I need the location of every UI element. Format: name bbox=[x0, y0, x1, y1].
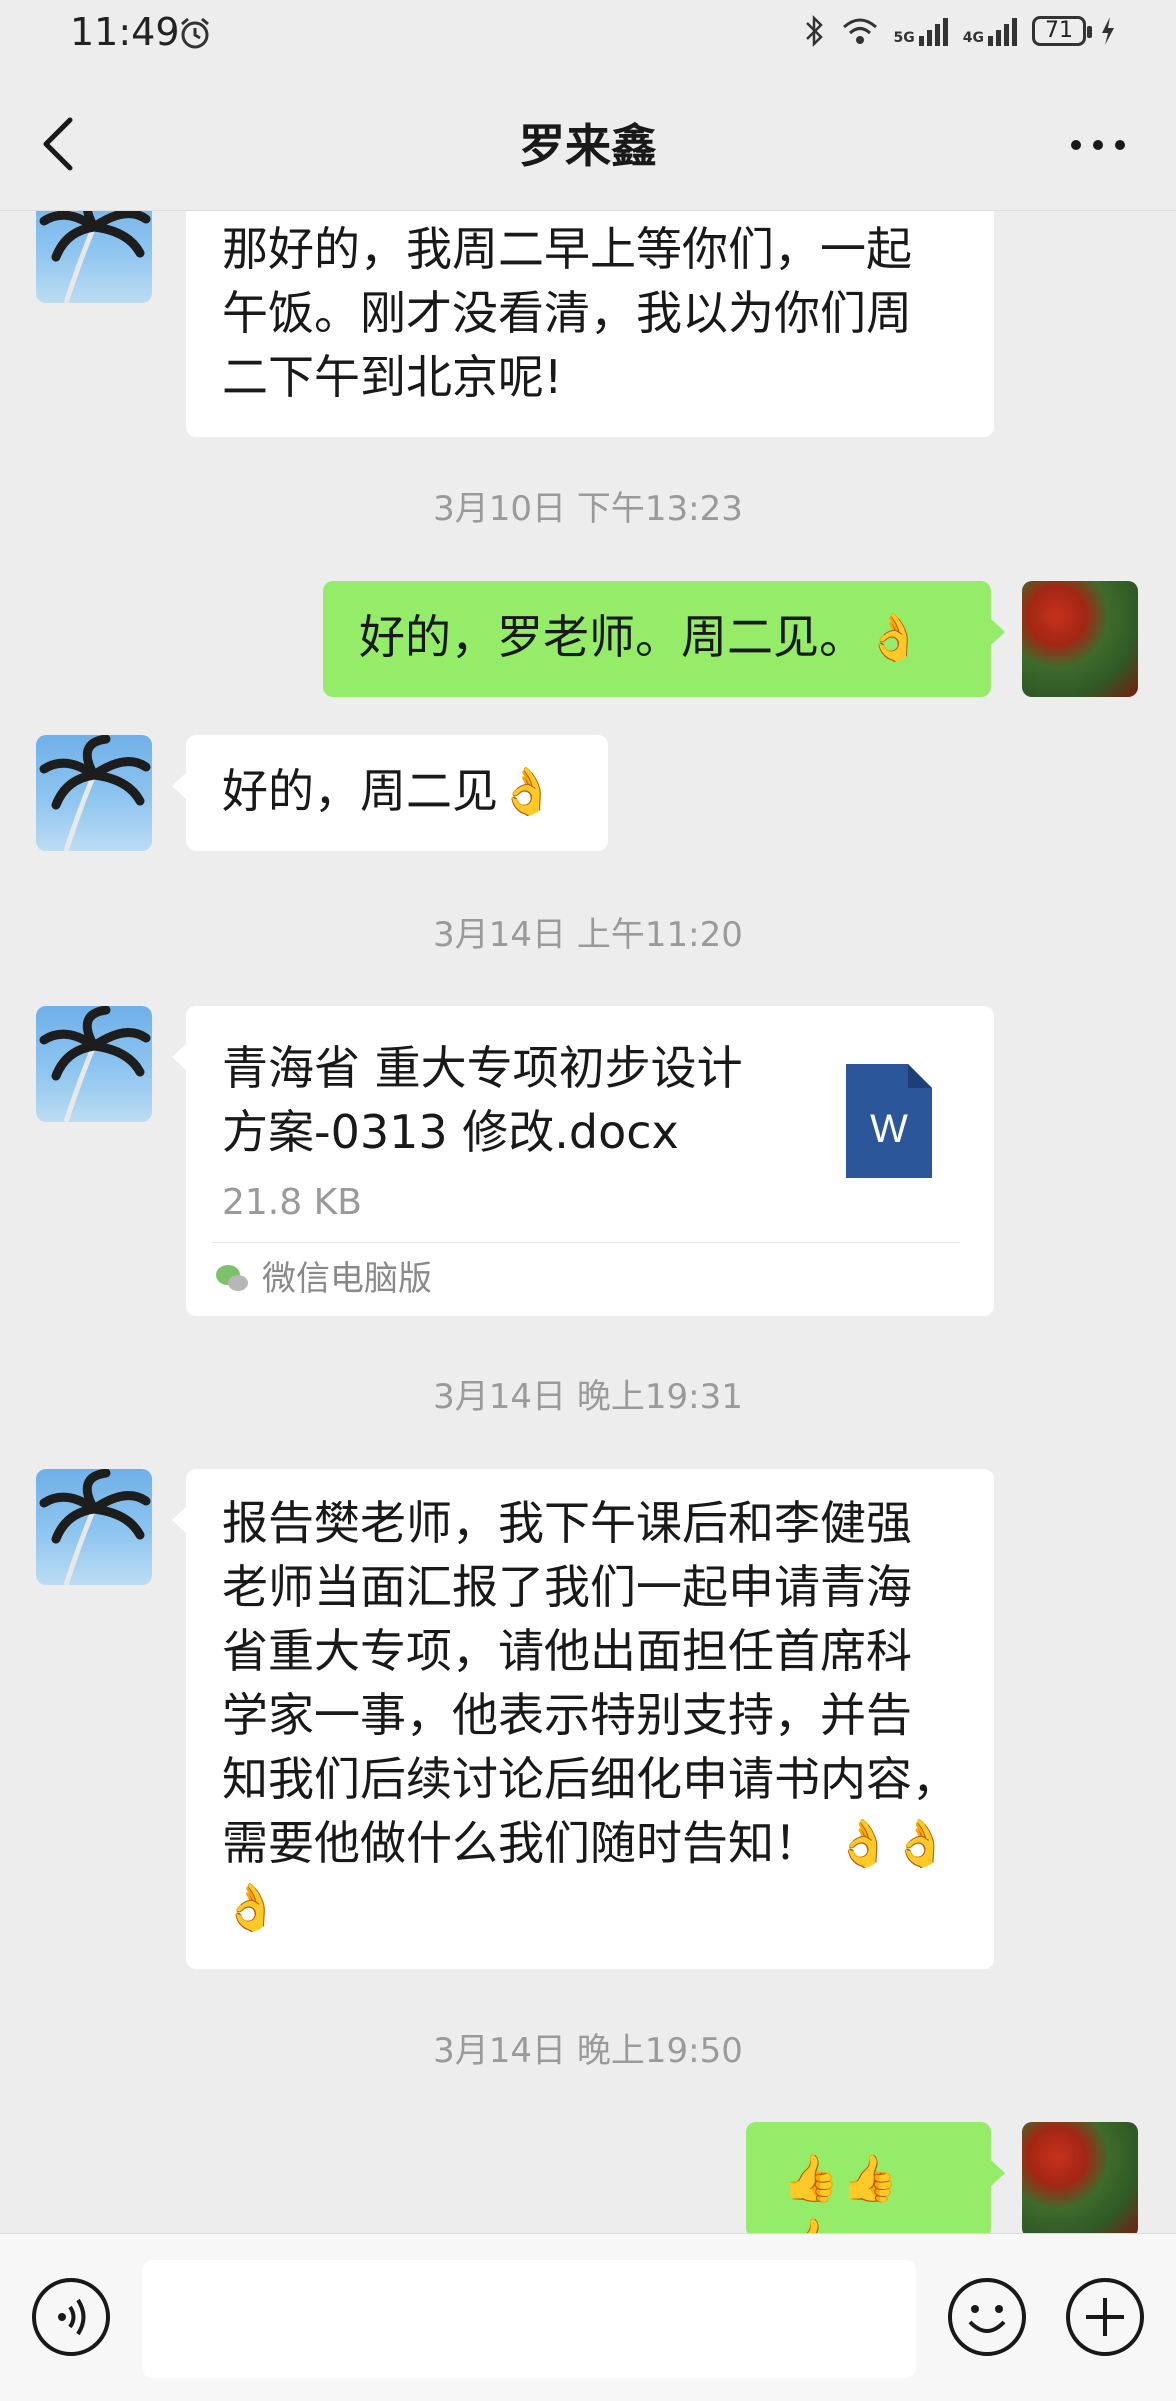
emoji-icon[interactable] bbox=[946, 2276, 1028, 2358]
message-text: 好的，罗老师。周二见。 bbox=[359, 610, 865, 664]
message-input[interactable] bbox=[142, 2260, 916, 2378]
file-name-line: 方案-0313 修改.docx bbox=[222, 1105, 679, 1159]
file-name: 青海省 重大专项初步设计 方案-0313 修改.docx bbox=[222, 1036, 782, 1164]
chat-title: 罗来鑫 bbox=[519, 119, 657, 173]
status-time: 11:49 bbox=[70, 10, 180, 54]
contact-avatar[interactable] bbox=[36, 1469, 152, 1585]
contact-avatar[interactable] bbox=[36, 735, 152, 851]
message-bubble[interactable]: 那好的，我周二早上等你们，一起 午饭。刚才没看清，我以为你们周 二下午到北京呢! bbox=[186, 211, 994, 437]
message-text: 知我们后续讨论后细化申请书内容， bbox=[222, 1752, 958, 1806]
file-size: 21.8 KB bbox=[222, 1182, 362, 1223]
battery-icon: 71 bbox=[1032, 16, 1092, 46]
status-bar: 11:49 5G 4G 71 bbox=[0, 0, 1176, 72]
timestamp: 3月14日 上午11:20 bbox=[433, 915, 743, 955]
my-avatar[interactable] bbox=[1022, 581, 1138, 697]
signal-icon bbox=[988, 18, 1017, 46]
input-bar bbox=[0, 2233, 1176, 2401]
message-bubble[interactable]: 好的，周二见👌 bbox=[172, 735, 608, 851]
add-more-icon[interactable] bbox=[1064, 2276, 1146, 2358]
my-avatar[interactable] bbox=[1022, 2122, 1138, 2233]
ok-hand-emoji: 👌 bbox=[498, 764, 556, 818]
message-text: 报告樊老师，我下午课后和李健强 bbox=[222, 1496, 912, 1550]
alarm-icon bbox=[181, 17, 209, 49]
thumbs-up-emoji: 👍👍👍 bbox=[782, 2151, 901, 2233]
message-text: 二下午到北京呢! bbox=[222, 350, 563, 404]
word-document-icon: W bbox=[846, 1064, 932, 1178]
message-bubble[interactable]: 好的，罗老师。周二见。👌 bbox=[323, 581, 1005, 697]
word-icon-letter: W bbox=[870, 1107, 908, 1151]
message-text: 好的，周二见 bbox=[222, 764, 498, 818]
battery-level: 71 bbox=[1045, 18, 1073, 43]
timestamp: 3月14日 晚上19:50 bbox=[433, 2031, 743, 2071]
palm-tree-image bbox=[39, 211, 151, 303]
contact-avatar[interactable] bbox=[36, 211, 152, 303]
file-source-label: 微信电脑版 bbox=[262, 1259, 432, 1299]
ok-hand-emoji: 👌 bbox=[865, 610, 923, 664]
message-bubble[interactable]: 报告樊老师，我下午课后和李健强 老师当面汇报了我们一起申请青海 省重大专项，请他… bbox=[172, 1469, 994, 1969]
chat-header: 罗来鑫 bbox=[0, 72, 1176, 211]
palm-tree-image bbox=[39, 735, 151, 851]
message-text: 午饭。刚才没看清，我以为你们周 bbox=[222, 286, 912, 340]
charging-icon bbox=[1102, 17, 1114, 45]
ok-hand-emoji: 👌 bbox=[222, 1880, 280, 1934]
message-text: 老师当面汇报了我们一起申请青海 bbox=[222, 1560, 912, 1614]
palm-tree-image bbox=[39, 1469, 151, 1585]
timestamp: 3月14日 晚上19:31 bbox=[433, 1377, 743, 1417]
contact-avatar[interactable] bbox=[36, 1006, 152, 1122]
ok-hand-emoji: 👌👌 bbox=[834, 1816, 950, 1870]
message-bubble[interactable]: 👍👍👍 bbox=[746, 2122, 1005, 2233]
network-4g-label: 4G bbox=[962, 30, 984, 46]
more-options-icon[interactable] bbox=[1068, 130, 1128, 160]
network-5g-label: 5G bbox=[893, 30, 915, 46]
message-text: 那好的，我周二早上等你们，一起 bbox=[222, 222, 912, 276]
bluetooth-icon bbox=[805, 14, 823, 48]
timestamp: 3月10日 下午13:23 bbox=[433, 489, 743, 529]
wechat-pc-icon bbox=[216, 1265, 248, 1291]
wifi-icon bbox=[842, 18, 877, 44]
message-text: 省重大专项，请他出面担任首席科 bbox=[222, 1624, 912, 1678]
message-text: 学家一事，他表示特别支持，并告 bbox=[222, 1688, 912, 1742]
message-text: 需要他做什么我们随时告知！ bbox=[222, 1816, 820, 1870]
file-name-line: 青海省 重大专项初步设计 bbox=[222, 1041, 743, 1095]
palm-tree-image bbox=[39, 1006, 151, 1122]
voice-input-icon[interactable] bbox=[30, 2276, 112, 2358]
file-message-card[interactable]: 青海省 重大专项初步设计 方案-0313 修改.docx 21.8 KB W 微… bbox=[172, 1006, 994, 1316]
chat-history[interactable]: 那好的，我周二早上等你们，一起 午饭。刚才没看清，我以为你们周 二下午到北京呢!… bbox=[0, 211, 1176, 2233]
divider bbox=[212, 1242, 960, 1243]
signal-icon bbox=[918, 18, 948, 46]
